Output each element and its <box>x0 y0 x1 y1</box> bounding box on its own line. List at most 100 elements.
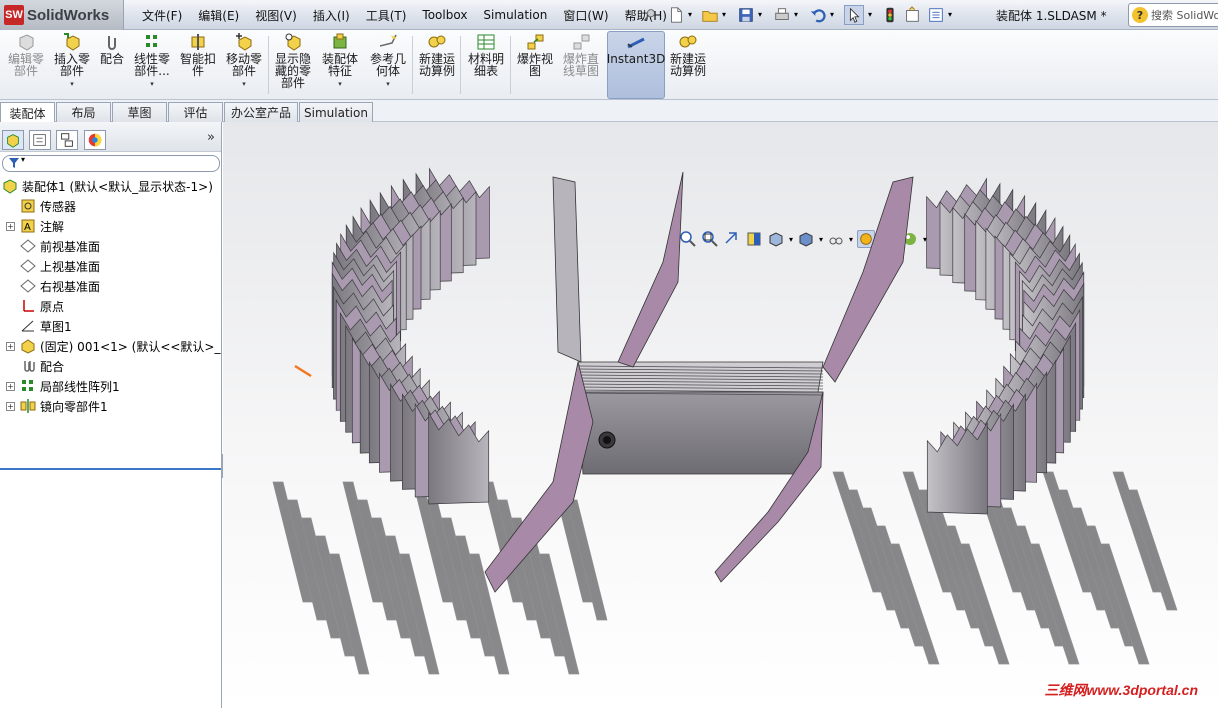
menu-insert[interactable]: 插入(I) <box>305 7 358 24</box>
menu-view[interactable]: 视图(V) <box>247 7 305 24</box>
tree-item-origin[interactable]: 原点 <box>0 296 221 316</box>
reference-geometry-dropdown-icon[interactable]: ▾ <box>386 78 390 90</box>
plane-icon <box>20 259 36 273</box>
tree-item-sensors[interactable]: 传感器 <box>0 196 221 216</box>
assembly-features-icon <box>333 33 347 49</box>
tree-item-top-plane[interactable]: 上视基准面 <box>0 256 221 276</box>
open-folder-icon[interactable] <box>700 5 720 25</box>
options-icon[interactable] <box>926 5 946 25</box>
filter-dropdown-icon[interactable]: ▾ <box>21 155 25 164</box>
tree-item-front-plane[interactable]: 前视基准面 <box>0 236 221 256</box>
feature-filter-input[interactable]: ▾ <box>2 155 220 172</box>
print-dropdown-icon[interactable]: ▾ <box>794 10 798 19</box>
motion-study-icon <box>428 35 446 48</box>
show-hidden-components-button[interactable]: 显示隐藏的零部件 <box>272 32 314 98</box>
expand-toggle-icon[interactable]: + <box>6 382 15 391</box>
select-dropdown-icon[interactable]: ▾ <box>868 10 872 19</box>
tree-item-mirror-components[interactable]: + 镜向零部件1 <box>0 396 221 416</box>
linear-pattern-dropdown-icon[interactable]: ▾ <box>150 78 154 90</box>
tab-office-products[interactable]: 办公室产品 <box>224 102 298 122</box>
undo-dropdown-icon[interactable]: ▾ <box>830 10 834 19</box>
open-dropdown-icon[interactable]: ▾ <box>722 10 726 19</box>
command-manager: 编辑零部件 插入零部件 ▾ 配合 线性零部件... ▾ 智能扣件 移动零部件 ▾… <box>0 30 1218 100</box>
search-input[interactable]: 搜索 SolidWo <box>1151 7 1218 23</box>
tree-item-label: 前视基准面 <box>40 239 101 254</box>
insert-component-button[interactable]: 插入零部件 ▾ <box>50 32 94 98</box>
tree-item-right-plane[interactable]: 右视基准面 <box>0 276 221 296</box>
watermark-text: 三维网www.3dportal.cn <box>1044 682 1199 698</box>
center-base-block <box>577 361 824 475</box>
menu-tools[interactable]: 工具(T) <box>358 7 415 24</box>
tab-sketch[interactable]: 草图 <box>112 102 167 122</box>
heatsink-3d-model[interactable] <box>223 122 1218 708</box>
print-icon[interactable] <box>772 5 792 25</box>
tab-evaluate[interactable]: 评估 <box>168 102 223 122</box>
threaded-hole-core <box>603 436 611 444</box>
feature-manager-panel: » ▾ 装配体1 (默认<默认_显示状态-1>) 传感器 + A 注解 前视基准… <box>0 122 222 708</box>
edit-component-button[interactable]: 编辑零部件 <box>4 32 48 98</box>
move-component-dropdown-icon[interactable]: ▾ <box>242 78 246 90</box>
display-manager-tab-icon[interactable] <box>84 130 106 150</box>
insert-component-icon <box>64 33 80 51</box>
new-motion-study-button-2[interactable]: 新建运动算例 <box>666 32 710 98</box>
tree-item-label: 传感器 <box>40 199 77 214</box>
undo-icon[interactable] <box>808 5 828 25</box>
mate-button[interactable]: 配合 <box>96 32 128 98</box>
move-component-button[interactable]: 移动零部件 ▾ <box>222 32 266 98</box>
configuration-manager-tab-icon[interactable] <box>56 130 78 150</box>
origin-icon <box>23 300 34 312</box>
new-dropdown-icon[interactable]: ▾ <box>688 10 692 19</box>
expand-toggle-icon[interactable]: + <box>6 402 15 411</box>
tab-layout[interactable]: 布局 <box>56 102 111 122</box>
instant3d-button[interactable]: Instant3D <box>607 31 665 99</box>
graphics-viewport[interactable]: ▾ ▾ ▾ ▾ ▾ <box>223 122 1218 708</box>
tree-item-label: 局部线性阵列1 <box>40 379 120 394</box>
panel-tab-bar: » <box>0 122 221 152</box>
assembly-features-dropdown-icon[interactable]: ▾ <box>338 78 342 90</box>
insert-component-dropdown-icon[interactable]: ▾ <box>70 78 74 90</box>
feature-manager-tab-icon[interactable] <box>2 130 24 150</box>
assembly-features-button[interactable]: 装配体特征 ▾ <box>318 32 362 98</box>
rebuild-traffic-light-icon[interactable] <box>880 5 900 25</box>
tree-item-assembly[interactable]: 装配体1 (默认<默认_显示状态-1>) <box>0 176 221 196</box>
tree-item-label: 上视基准面 <box>40 259 101 274</box>
save-dropdown-icon[interactable]: ▾ <box>758 10 762 19</box>
tab-simulation[interactable]: Simulation <box>299 102 373 122</box>
property-manager-tab-icon[interactable] <box>29 130 51 150</box>
menu-file[interactable]: 文件(F) <box>134 7 190 24</box>
menu-edit[interactable]: 编辑(E) <box>190 7 247 24</box>
tree-item-label: 装配体1 (默认<默认_显示状态-1>) <box>22 179 213 194</box>
new-document-icon[interactable] <box>666 5 686 25</box>
expand-toggle-icon[interactable]: + <box>6 342 15 351</box>
pin-icon[interactable] <box>640 5 660 25</box>
smart-fasteners-button[interactable]: 智能扣件 <box>176 32 220 98</box>
menu-toolbox[interactable]: Toolbox <box>414 8 475 22</box>
tree-rollback-bar[interactable] <box>0 468 221 470</box>
reference-geometry-button[interactable]: 参考几何体 ▾ <box>366 32 410 98</box>
bill-of-materials-button[interactable]: 材料明细表 <box>464 32 508 98</box>
file-properties-icon[interactable] <box>902 5 922 25</box>
tree-item-sketch1[interactable]: 草图1 <box>0 316 221 336</box>
menu-window[interactable]: 窗口(W) <box>555 7 616 24</box>
expand-toggle-icon[interactable]: + <box>6 222 15 231</box>
tree-item-mates[interactable]: 配合 <box>0 356 221 376</box>
tree-item-local-linear-pattern[interactable]: + 局部线性阵列1 <box>0 376 221 396</box>
expand-panel-icon[interactable]: » <box>207 130 215 145</box>
tab-assembly[interactable]: 装配体 <box>0 102 55 123</box>
solidworks-logo[interactable]: SW SolidWorks <box>0 0 124 30</box>
explode-line-sketch-button[interactable]: 爆炸直线草图 <box>558 32 604 98</box>
new-motion-study-button[interactable]: 新建运动算例 <box>416 32 458 98</box>
menu-simulation[interactable]: Simulation <box>475 8 555 22</box>
mate-paperclip-icon <box>108 36 116 50</box>
search-box[interactable]: ? 搜索 SolidWo <box>1128 3 1218 27</box>
right-fin-shadow <box>1126 489 1178 611</box>
tree-item-annotations[interactable]: + A 注解 <box>0 216 221 236</box>
save-icon[interactable] <box>736 5 756 25</box>
select-pointer-icon[interactable] <box>844 5 864 25</box>
linear-pattern-label: 线性零部件... <box>133 52 170 78</box>
tree-item-label: (固定) 001<1> (默认<<默认>_显 <box>40 339 221 354</box>
linear-pattern-button[interactable]: 线性零部件... ▾ <box>130 32 174 98</box>
exploded-view-button[interactable]: 爆炸视图 <box>514 32 556 98</box>
tree-item-part-001[interactable]: + (固定) 001<1> (默认<<默认>_显 <box>0 336 221 356</box>
options-dropdown-icon[interactable]: ▾ <box>948 10 952 19</box>
